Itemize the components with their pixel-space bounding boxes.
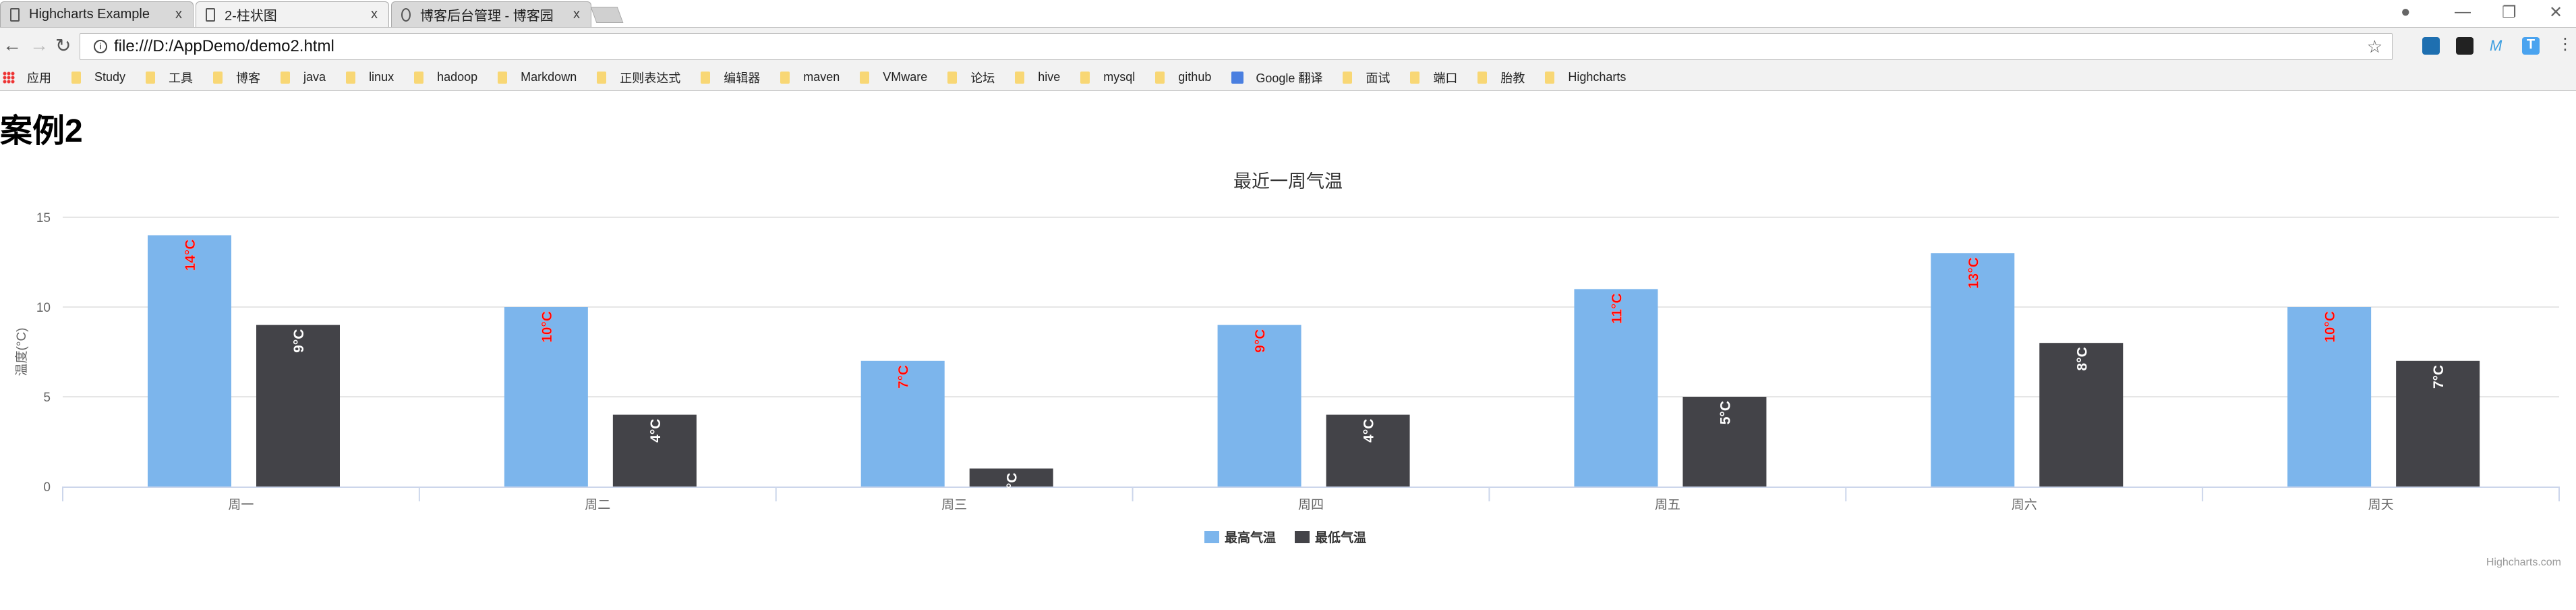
x-tick-label: 周天 [2368,498,2394,512]
data-label: 5°C [1718,401,1733,424]
x-tick-label: 周五 [1655,498,1680,512]
y-tick-label: 5 [43,391,51,405]
x-tick-label: 周四 [1298,498,1324,512]
x-tick-label: 周三 [941,498,967,512]
y-tick-label: 0 [43,480,51,495]
y-axis-title: 温度(°C) [14,328,29,377]
data-label: 14°C [183,240,198,271]
chart-title: 最近一周气温 [1233,171,1343,192]
data-label: 1°C [1005,472,1020,496]
credits-link[interactable]: Highcharts.com [2486,557,2561,568]
data-label: 7°C [896,365,912,389]
x-tick-label: 周二 [585,498,610,512]
bar-high [148,235,231,487]
data-label: 10°C [539,311,555,343]
data-label: 4°C [1362,419,1377,443]
bar-chart: 最近一周气温 0 5 10 15 温度(°C) 周一 周二 周三 周四 周五 周六 周天 14°C 10°C… [14,171,2561,568]
data-label: 4°C [648,419,664,443]
x-tick-label: 周六 [2012,497,2037,512]
data-label: 13°C [1966,257,1981,289]
data-label: 10°C [2322,311,2338,343]
data-label: 9°C [1253,329,1268,353]
data-label: 7°C [2431,365,2447,389]
legend-item[interactable]: 最高气温 [1225,530,1276,545]
data-label: 11°C [1609,293,1624,324]
y-tick-label: 10 [36,301,51,315]
data-label: 9°C [291,329,307,353]
y-tick-label: 15 [36,211,51,225]
data-label: 8°C [2074,347,2090,370]
x-tick-label: 周一 [228,498,254,512]
legend-item[interactable]: 最低气温 [1315,530,1366,545]
legend-swatch [1295,531,1310,543]
legend-swatch [1204,531,1219,543]
